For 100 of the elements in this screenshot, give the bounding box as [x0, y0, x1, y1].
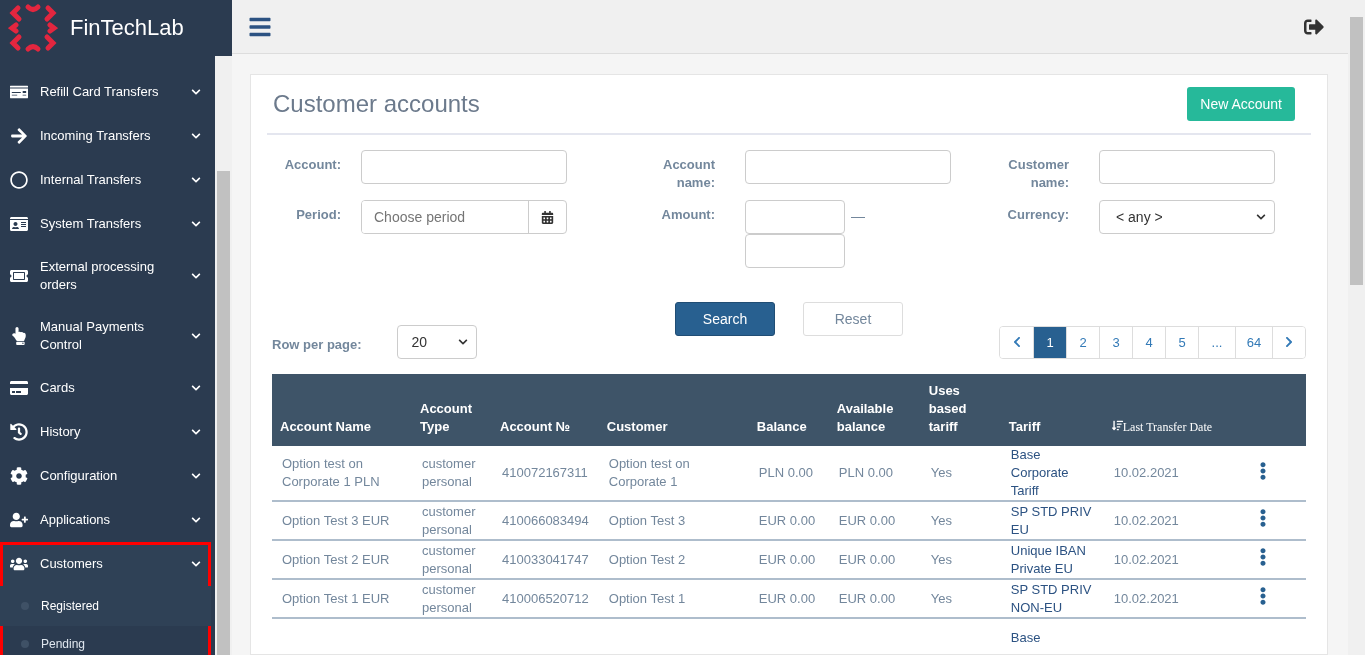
table-cell: Yes — [920, 540, 1001, 579]
table-cell: PLN 0.00 — [748, 446, 829, 501]
rows-per-page-select[interactable]: 20 — [396, 325, 477, 359]
page-title: Customer accounts — [273, 90, 480, 118]
chevron-down-icon — [191, 87, 201, 97]
ticket-icon — [10, 267, 28, 285]
table-cell: EUR 0.00 — [748, 579, 829, 618]
submenu-item[interactable]: Registered — [0, 586, 211, 626]
sidebar-item[interactable]: Applications — [0, 498, 211, 542]
logo-icon — [8, 3, 58, 53]
range-dash: — — [850, 207, 865, 226]
pointing-hand-icon — [10, 327, 28, 345]
sidebar-item[interactable]: Refill Card Transfers — [0, 70, 211, 114]
next-page-button[interactable] — [1272, 326, 1305, 358]
chevron-down-icon — [191, 383, 201, 393]
column-header[interactable]: Uses based tariff — [920, 374, 1001, 446]
table-cell: EUR 0.00 — [828, 540, 921, 579]
calendar-icon — [541, 210, 554, 224]
ring-icon — [10, 171, 28, 189]
column-header[interactable]: Account Name — [272, 374, 412, 446]
field-label: Row per page: — [272, 336, 362, 354]
sidebar-item[interactable]: External processing orders — [0, 246, 211, 306]
field-label: Currency: — [1007, 206, 1069, 224]
column-header[interactable]: Available balance — [828, 374, 921, 446]
table-cell: 410072167311 — [492, 446, 599, 501]
table-cell: Base Corporate Tariff — [1000, 446, 1104, 501]
table-cell: Option Test 3 EUR — [272, 501, 412, 540]
sidebar-item[interactable]: Manual Payments Control — [0, 306, 211, 366]
id-card-icon — [10, 215, 28, 233]
sidebar-item[interactable]: Cards — [0, 366, 211, 410]
chevron-down-icon — [191, 515, 201, 525]
input-field[interactable] — [745, 234, 845, 268]
caret-icon — [457, 337, 468, 347]
arrow-right-icon — [10, 127, 28, 145]
table-cell: 10.02.2021 — [1103, 579, 1244, 618]
field-label: Account: — [284, 156, 341, 174]
sort-icon — [1111, 420, 1123, 431]
table-cell: EUR 0.00 — [748, 501, 829, 540]
table-cell: 410033041747 — [492, 540, 599, 579]
sidebar-item[interactable]: History — [0, 410, 211, 454]
chevron-down-icon — [191, 331, 201, 341]
input-field[interactable] — [745, 200, 845, 234]
column-header[interactable]: Customer — [598, 374, 749, 446]
table-cell: PLN 0.00 — [828, 446, 921, 501]
sidebar-item[interactable]: Incoming Transfers — [0, 114, 211, 158]
table-cell: EUR 0.00 — [828, 501, 921, 540]
date-field[interactable]: Choose period — [361, 200, 567, 234]
chevron-down-icon — [191, 175, 201, 185]
reset-button[interactable]: Reset — [803, 302, 903, 336]
table-cell: Yes — [920, 579, 1001, 618]
table-cell: EUR 0.00 — [828, 579, 921, 618]
sidebar-item[interactable]: Internal Transfers — [0, 158, 211, 202]
input-field[interactable] — [745, 150, 951, 184]
field-label: Period: — [296, 206, 341, 224]
chevron-down-icon — [191, 427, 201, 437]
column-header[interactable]: Tariff — [1000, 374, 1104, 446]
page-button[interactable]: 1 — [1033, 326, 1066, 358]
table-cell: Yes — [920, 446, 1001, 501]
field-label: Account name: — [662, 156, 715, 192]
table-cell: 410006520712 — [492, 579, 599, 618]
table-cell: Option Test 2 — [598, 540, 749, 579]
table-cell: SP STD PRIV NON-EU — [1000, 579, 1104, 618]
table-cell: Option Test 1 EUR — [272, 579, 412, 618]
sidebar-item[interactable]: System Transfers — [0, 202, 211, 246]
chevron-right-icon — [1283, 336, 1295, 348]
column-header[interactable]: Account № — [492, 374, 599, 446]
chevron-down-icon — [191, 471, 201, 481]
sidebar-item[interactable]: Configuration — [0, 454, 211, 498]
table-cell: EUR 0.00 — [748, 540, 829, 579]
brand-name: FinTechLab — [70, 15, 184, 41]
table-cell: Option Test 2 EUR — [272, 540, 412, 579]
input-field[interactable] — [1099, 150, 1275, 184]
card-icon — [10, 83, 28, 101]
caret-icon — [1256, 212, 1266, 222]
table-cell: Option test on Corporate 1 PLN — [272, 446, 412, 501]
submenu-item[interactable]: Pending — [0, 626, 211, 655]
table-cell: 410066083494 — [492, 501, 599, 540]
settings-icon — [10, 467, 28, 485]
table-cell: Base — [1000, 618, 1104, 654]
search-button[interactable]: Search — [675, 302, 775, 336]
table-cell: 10.02.2021 — [1103, 501, 1244, 540]
currency-select[interactable]: < any > — [1099, 200, 1275, 234]
user-plus-icon — [10, 511, 28, 529]
column-header[interactable]: Last Transfer Date — [1103, 374, 1244, 446]
card-icon — [10, 379, 28, 397]
chevron-down-icon — [191, 271, 201, 281]
chevron-down-icon — [191, 131, 201, 141]
input-field[interactable] — [361, 150, 567, 184]
table-cell: Unique IBAN Private EU — [1000, 540, 1104, 579]
users-icon — [10, 555, 28, 573]
table-cell: customer personal — [412, 579, 492, 618]
table-cell: customer personal — [412, 446, 492, 501]
table-cell: Yes — [920, 501, 1001, 540]
sidebar-item[interactable]: Customers — [0, 542, 211, 586]
chevron-down-icon — [191, 559, 201, 569]
history-icon — [10, 423, 28, 441]
column-header[interactable]: Account Type — [412, 374, 492, 446]
table-cell: Option test on Corporate 1 — [598, 446, 749, 501]
column-header[interactable]: Balance — [748, 374, 829, 446]
table-cell: SP STD PRIV EU — [1000, 501, 1104, 540]
